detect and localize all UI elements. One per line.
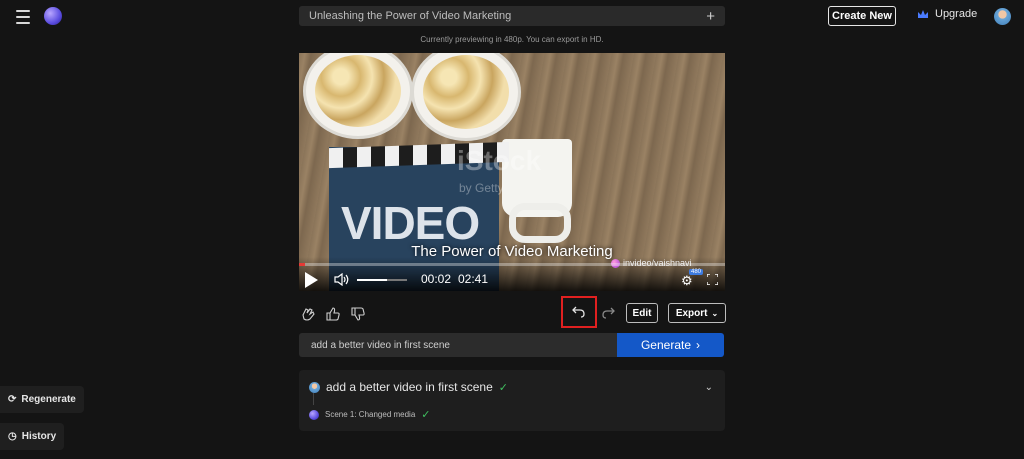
settings-gear-icon[interactable]: ⚙ <box>681 273 693 289</box>
regenerate-button[interactable]: ⟳ Regenerate <box>0 386 84 413</box>
watermark: iStock <box>457 145 542 176</box>
play-icon[interactable] <box>305 272 318 288</box>
history-label: History <box>21 431 57 442</box>
chevron-right-icon: › <box>696 338 701 352</box>
undo-button[interactable] <box>561 296 597 328</box>
project-title: Unleashing the Power of Video Marketing <box>309 10 512 22</box>
clock-icon: ◷ <box>8 431 17 442</box>
player-controls: 00:02 02:41 ⚙ 480 <box>299 268 725 290</box>
edit-button[interactable]: Edit <box>626 303 658 323</box>
duration: 02:41 <box>458 272 489 286</box>
chevron-down-icon[interactable]: ⌄ <box>705 382 713 393</box>
export-button[interactable]: Export ⌄ <box>668 303 726 323</box>
undo-icon <box>572 306 585 318</box>
crown-icon <box>918 10 928 18</box>
history-entry: add a better video in first scene ✓ <box>309 380 508 394</box>
upgrade-label: Upgrade <box>935 8 978 20</box>
clap-icon[interactable] <box>300 306 316 322</box>
app-logo[interactable] <box>44 7 62 25</box>
volume-icon[interactable] <box>334 273 350 286</box>
fullscreen-icon[interactable] <box>707 274 718 285</box>
create-new-button[interactable]: Create New <box>828 6 896 26</box>
check-icon: ✓ <box>421 409 431 421</box>
thumbnail-text: VIDEO <box>341 197 480 249</box>
regenerate-label: Regenerate <box>21 394 76 405</box>
current-time: 00:02 <box>421 272 452 286</box>
thumbs-up-icon[interactable] <box>325 306 341 322</box>
refresh-icon: ⟳ <box>8 394 17 405</box>
generate-label: Generate <box>640 338 692 352</box>
generate-button[interactable]: Generate › <box>617 333 724 357</box>
redo-icon[interactable] <box>601 306 615 320</box>
check-icon: ✓ <box>498 381 508 394</box>
history-change: Scene 1: Changed media ✓ <box>309 408 431 421</box>
user-avatar-icon <box>309 381 320 393</box>
volume-slider[interactable] <box>357 279 407 281</box>
quality-badge: 480 <box>689 269 704 275</box>
export-label: Export <box>675 307 708 319</box>
upgrade-button[interactable]: Upgrade <box>917 8 977 20</box>
history-prompt: add a better video in first scene <box>326 380 493 394</box>
video-progress-bar[interactable] <box>299 263 725 266</box>
chevron-down-icon: ⌄ <box>711 308 719 318</box>
avatar[interactable] <box>994 8 1011 25</box>
assistant-logo-icon <box>309 409 319 420</box>
video-progress-fill <box>299 263 305 266</box>
watermark-sub: by Getty <box>459 181 504 195</box>
history-button[interactable]: ◷ History <box>0 423 65 450</box>
video-player[interactable]: VIDEO iStock by Getty The Power of Video… <box>299 53 725 291</box>
history-change-label: Scene 1: Changed media <box>325 410 416 419</box>
menu-icon[interactable] <box>12 7 34 27</box>
project-title-field[interactable]: Unleashing the Power of Video Marketing … <box>299 6 725 26</box>
plus-icon[interactable]: + <box>706 9 715 24</box>
preview-note: Currently previewing in 480p. You can ex… <box>420 35 604 44</box>
thumbs-down-icon[interactable] <box>350 306 366 322</box>
edit-history-card: add a better video in first scene ✓ ⌄ Sc… <box>299 370 725 431</box>
prompt-input[interactable] <box>299 333 617 357</box>
